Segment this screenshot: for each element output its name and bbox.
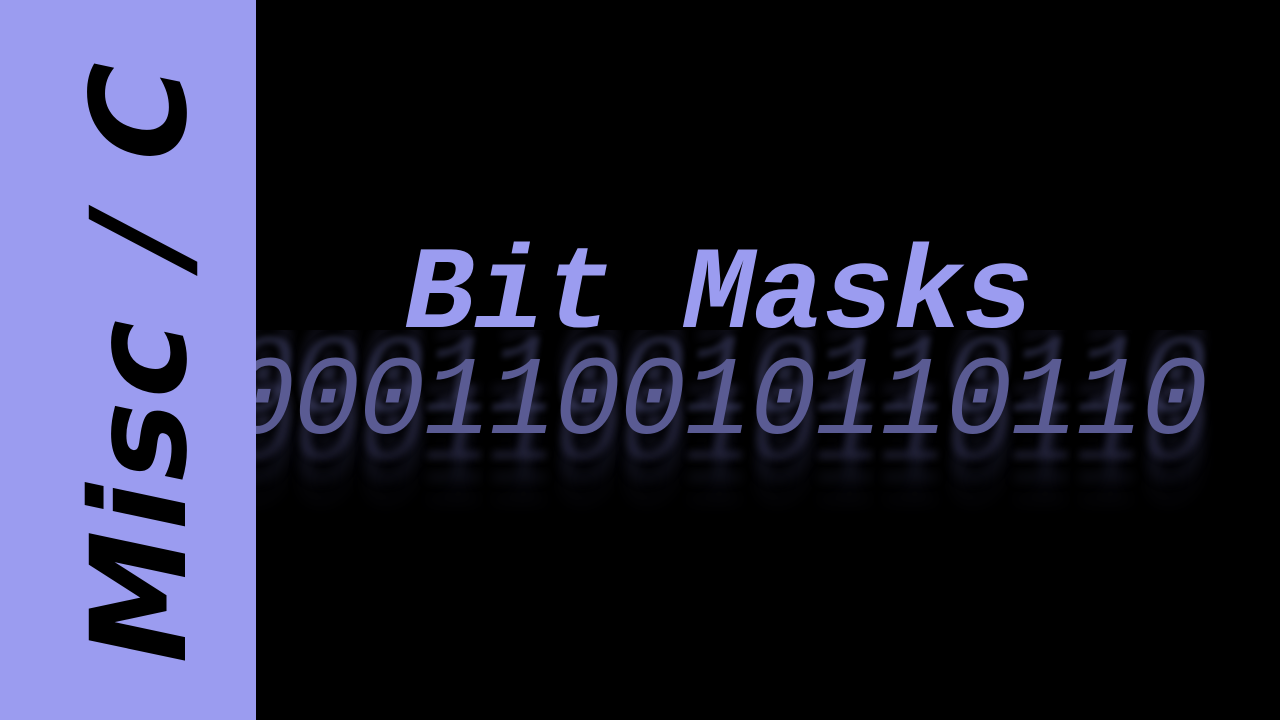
category-sidebar: Misc / C: [0, 0, 256, 720]
binary-background: 000110010110110 000110010110110: [256, 330, 1280, 550]
thumbnail-frame: Misc / C 000110010110110 000110010110110…: [0, 0, 1280, 720]
binary-digits: 000110010110110: [256, 340, 1208, 467]
category-label: Misc / C: [63, 44, 217, 680]
page-title: Bit Masks: [404, 230, 1033, 363]
